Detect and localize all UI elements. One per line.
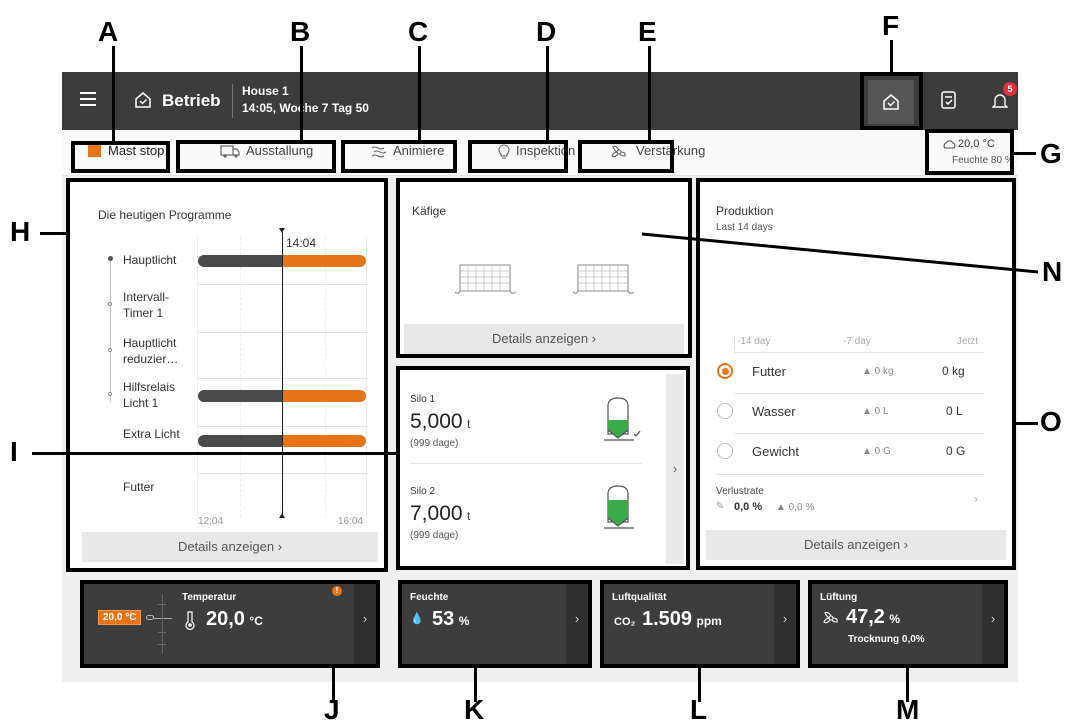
callout-label-e: E [638, 16, 657, 47]
callout-leader [40, 232, 66, 235]
callout-leader [112, 46, 115, 142]
callout-label-a: A [98, 16, 119, 47]
callout-label-d: D [536, 16, 557, 47]
callout-label-o: O [1040, 406, 1062, 437]
callout-label-l: L [690, 694, 708, 725]
callout-label-c: C [408, 16, 429, 47]
date-time: 14:05, Woche 7 Tag 50 [242, 101, 369, 115]
callout-box-k [398, 580, 592, 668]
callout-label-g: G [1040, 138, 1062, 169]
callout-leader [32, 452, 396, 455]
callout-leader [1014, 152, 1036, 155]
callout-leader [418, 46, 421, 140]
callout-leader [300, 46, 303, 140]
callout-box-a [71, 141, 170, 173]
notification-badge: 5 [1003, 82, 1017, 96]
callout-label-m: M [896, 694, 920, 725]
callout-leader [1016, 422, 1038, 425]
callout-label-j: J [324, 694, 340, 725]
callout-leader [546, 46, 549, 140]
callout-label-i: I [10, 436, 18, 467]
callout-leader [890, 40, 893, 72]
callout-box-c [341, 140, 457, 173]
callout-leader [648, 46, 651, 140]
callout-box-i [396, 366, 690, 570]
callout-box-g [925, 129, 1014, 175]
callout-box-b [176, 140, 336, 173]
callout-box-l [600, 580, 800, 668]
callout-box-h [66, 178, 388, 572]
menu-icon[interactable] [80, 92, 96, 106]
callout-label-f: F [882, 10, 900, 41]
callout-box-m [808, 580, 1008, 668]
callout-box-e [578, 140, 674, 173]
callout-label-b: B [290, 16, 311, 47]
callout-label-n: N [1042, 256, 1063, 287]
report-icon[interactable] [940, 90, 958, 110]
callout-box-j [80, 580, 380, 668]
callout-label-k: K [464, 694, 485, 725]
callout-box-d [468, 140, 568, 173]
callout-leader [641, 232, 1039, 274]
home-icon [135, 92, 151, 108]
callout-box-f [860, 72, 923, 130]
callout-label-h: H [10, 216, 31, 247]
page-title: Betrieb [162, 91, 221, 110]
house-name: House 1 [242, 84, 289, 98]
